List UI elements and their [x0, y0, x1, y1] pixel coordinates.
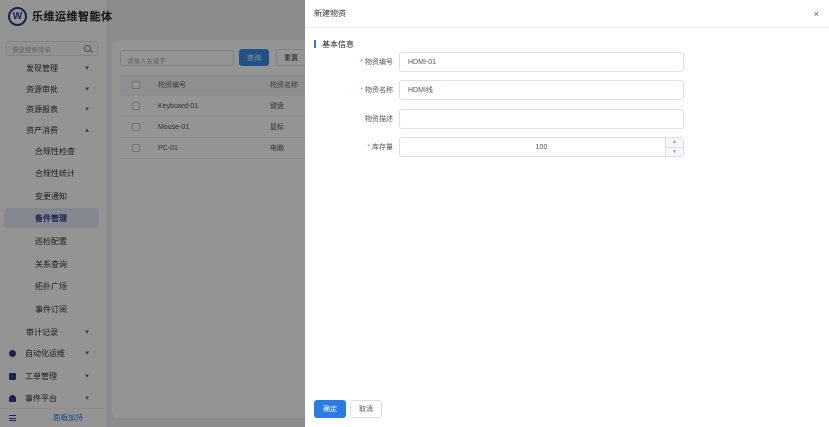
- stock-quantity-stepper[interactable]: 100 ▲ ▼: [399, 137, 684, 157]
- drawer-header: 新建物资: [305, 0, 829, 28]
- required-mark: *: [360, 59, 363, 66]
- chevron-down-icon[interactable]: ▼: [666, 148, 683, 157]
- section-title-text: 基本信息: [322, 39, 354, 49]
- cancel-button[interactable]: 取消: [350, 400, 382, 418]
- close-icon[interactable]: ×: [814, 9, 819, 19]
- required-mark: *: [367, 144, 370, 151]
- drawer-title: 新建物资: [314, 9, 346, 18]
- field-label: * 库存量: [367, 144, 393, 151]
- section-marker: [314, 40, 316, 48]
- stock-value[interactable]: 100: [536, 144, 548, 151]
- required-mark: *: [360, 87, 363, 94]
- form-row-stock: * 库存量 100 ▲ ▼: [305, 137, 829, 157]
- field-label: * 物资编号: [360, 59, 393, 66]
- section-title: 基本信息: [314, 39, 354, 49]
- item-description-input[interactable]: [399, 109, 684, 129]
- drawer-footer: 确定 取消: [314, 400, 382, 418]
- item-code-input[interactable]: HDMI-01: [399, 52, 684, 72]
- form-row-name: * 物资名称 HDMI线: [305, 80, 829, 100]
- field-label: 物资描述: [365, 116, 393, 123]
- field-label: * 物资名称: [360, 87, 393, 94]
- form-row-code: * 物资编号 HDMI-01: [305, 52, 829, 72]
- item-name-input[interactable]: HDMI线: [399, 80, 684, 100]
- chevron-up-icon[interactable]: ▲: [666, 138, 683, 148]
- stepper-controls: ▲ ▼: [665, 138, 683, 156]
- confirm-button[interactable]: 确定: [314, 400, 346, 418]
- new-item-drawer: 新建物资 × 基本信息 * 物资编号 HDMI-01 * 物资名称 HDMI线 物资…: [305, 0, 829, 427]
- form-row-desc: 物资描述: [305, 109, 829, 129]
